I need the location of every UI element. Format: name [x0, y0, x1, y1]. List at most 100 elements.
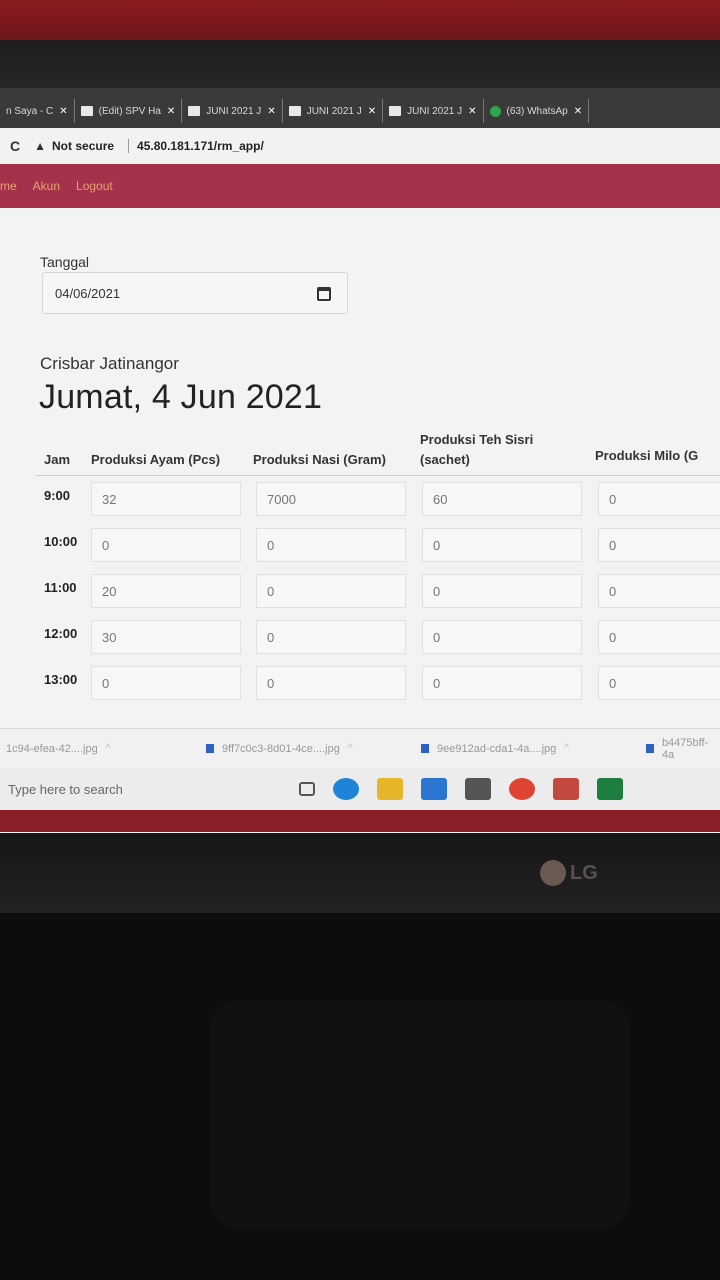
time-cell: 9:00	[44, 488, 71, 503]
monitor-screen: n Saya - C ✕ (Edit) SPV Ha ✕ JUNI 2021 J…	[0, 88, 720, 833]
column-header-jam: Jam	[44, 452, 71, 467]
taskbar-search-input[interactable]: Type here to search	[0, 782, 290, 797]
address-bar: C ▲ Not secure 45.80.181.171/rm_app/	[0, 128, 720, 164]
production-table: Jam Produksi Ayam (Pcs) Produksi Nasi (G…	[36, 428, 720, 706]
store-name: Crisbar Jatinangor	[40, 354, 179, 373]
file-explorer-icon[interactable]	[377, 778, 403, 800]
calendar-icon[interactable]	[317, 287, 331, 301]
page-title: Jumat, 4 Jun 2021	[39, 378, 323, 416]
screen-edge-glare	[0, 810, 720, 832]
close-icon[interactable]: ✕	[267, 106, 275, 117]
tab-label: n Saya - C	[6, 105, 54, 117]
teh-input[interactable]: 60	[422, 482, 582, 516]
nasi-input[interactable]: 0	[256, 528, 406, 562]
chevron-up-icon[interactable]: ^	[348, 743, 353, 754]
teh-input[interactable]: 0	[422, 528, 582, 562]
app-navbar: me Akun Logout	[0, 164, 720, 208]
milo-input[interactable]: 0	[598, 666, 720, 700]
ayam-input[interactable]: 20	[91, 574, 241, 608]
column-header-nasi: Produksi Nasi (Gram)	[253, 452, 386, 467]
tab-label: (Edit) SPV Ha	[98, 105, 161, 117]
sheet-icon	[288, 106, 301, 116]
ayam-input[interactable]: 0	[91, 666, 241, 700]
nav-item-logout[interactable]: Logout	[76, 179, 113, 193]
excel-icon[interactable]	[597, 778, 623, 800]
browser-tab[interactable]: JUNI 2021 J ✕	[283, 99, 384, 123]
reload-icon[interactable]: C	[10, 138, 20, 154]
browser-tab[interactable]: (Edit) SPV Ha ✕	[75, 99, 183, 123]
column-header-teh-unit: (sachet)	[420, 452, 470, 467]
close-icon[interactable]: ✕	[368, 106, 376, 117]
nav-item-akun[interactable]: Akun	[33, 179, 60, 193]
time-cell: 10:00	[44, 534, 78, 549]
tab-label: JUNI 2021 J	[306, 105, 362, 117]
browser-tab-bar: n Saya - C ✕ (Edit) SPV Ha ✕ JUNI 2021 J…	[0, 88, 720, 128]
download-filename: 9ee912ad-cda1-4a....jpg	[437, 742, 557, 755]
milo-input[interactable]: 0	[598, 482, 720, 516]
lg-logo-icon	[540, 860, 566, 886]
tab-label: JUNI 2021 J	[206, 105, 262, 117]
chevron-up-icon[interactable]: ^	[564, 743, 569, 754]
browser-tab[interactable]: n Saya - C ✕	[0, 99, 75, 123]
download-filename: 9ff7c0c3-8d01-4ce....jpg	[222, 742, 340, 755]
store-icon[interactable]	[465, 778, 491, 800]
download-filename: b4475bff-4a	[661, 736, 709, 761]
security-label: Not secure	[52, 139, 115, 153]
monitor-bezel-bottom	[0, 833, 720, 913]
nasi-input[interactable]: 7000	[256, 482, 406, 516]
download-item[interactable]: 9ff7c0c3-8d01-4ce....jpg ^	[200, 743, 415, 755]
teh-input[interactable]: 0	[422, 574, 582, 608]
close-icon[interactable]: ✕	[574, 106, 582, 117]
edge-icon[interactable]	[333, 778, 359, 800]
file-icon	[646, 744, 654, 753]
table-row: 9:00 32 7000 60 0	[36, 476, 720, 522]
download-item[interactable]: 9ee912ad-cda1-4a....jpg ^	[415, 743, 640, 755]
column-header-ayam: Produksi Ayam (Pcs)	[91, 452, 221, 467]
close-icon[interactable]: ✕	[59, 106, 67, 117]
close-icon[interactable]: ✕	[167, 106, 175, 117]
browser-tab[interactable]: JUNI 2021 J ✕	[182, 99, 283, 123]
lg-logo: LG	[540, 860, 598, 886]
table-header: Jam Produksi Ayam (Pcs) Produksi Nasi (G…	[36, 428, 720, 476]
nasi-input[interactable]: 0	[256, 574, 406, 608]
milo-input[interactable]: 0	[598, 574, 720, 608]
chrome-icon[interactable]	[509, 778, 535, 800]
nasi-input[interactable]: 0	[256, 666, 406, 700]
nav-item-home[interactable]: me	[0, 179, 17, 193]
whatsapp-icon	[489, 105, 501, 117]
download-item[interactable]: b4475bff-4a	[640, 737, 720, 761]
download-filename: 1c94-efea-42....jpg	[6, 742, 98, 755]
time-cell: 13:00	[44, 672, 78, 687]
download-item[interactable]: 1c94-efea-42....jpg ^	[0, 743, 200, 755]
teh-input[interactable]: 0	[422, 620, 582, 654]
browser-tab[interactable]: JUNI 2021 J ✕	[383, 99, 484, 123]
ayam-input[interactable]: 0	[91, 528, 241, 562]
date-label: Tanggal	[40, 254, 90, 270]
milo-input[interactable]: 0	[598, 528, 720, 562]
ayam-input[interactable]: 32	[91, 482, 241, 516]
file-icon	[421, 744, 429, 753]
sheet-icon	[389, 106, 402, 116]
file-icon	[206, 744, 214, 753]
sheet-icon	[188, 106, 201, 116]
teh-input[interactable]: 0	[422, 666, 582, 700]
ayam-input[interactable]: 30	[91, 620, 241, 654]
column-header-milo: Produksi Milo (G	[595, 448, 699, 463]
date-field[interactable]: 04/06/2021	[42, 272, 348, 314]
tab-label: JUNI 2021 J	[407, 105, 463, 117]
close-icon[interactable]: ✕	[468, 106, 476, 117]
chevron-up-icon[interactable]: ^	[106, 743, 111, 754]
browser-tab[interactable]: (63) WhatsAp ✕	[484, 99, 590, 123]
tab-label: (63) WhatsAp	[506, 105, 568, 117]
security-indicator[interactable]: ▲ Not secure	[34, 139, 114, 153]
milo-input[interactable]: 0	[598, 620, 720, 654]
url-field[interactable]: 45.80.181.171/rm_app/	[128, 139, 264, 153]
lg-logo-text: LG	[570, 861, 598, 884]
task-view-icon[interactable]	[299, 782, 315, 796]
nasi-input[interactable]: 0	[256, 620, 406, 654]
date-value: 04/06/2021	[55, 285, 121, 301]
windows-taskbar: Type here to search	[0, 768, 720, 810]
column-header-teh: Produksi Teh Sisri	[420, 432, 534, 447]
mail-icon[interactable]	[421, 778, 447, 800]
chrome-alt-icon[interactable]	[553, 778, 579, 800]
